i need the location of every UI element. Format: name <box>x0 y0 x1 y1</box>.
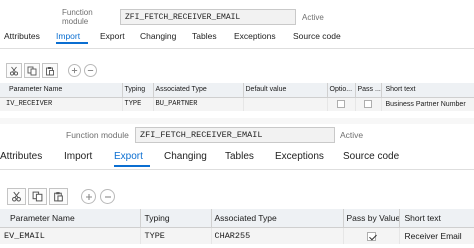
column-header-typing[interactable]: Typing <box>140 209 212 228</box>
tab-changing[interactable]: Changing <box>164 151 225 168</box>
tab-tables[interactable]: Tables <box>225 151 275 168</box>
paste-button[interactable] <box>49 188 68 205</box>
cut-button[interactable] <box>6 63 22 78</box>
param-name-cell[interactable]: IV_RECEIVER <box>0 97 123 111</box>
delete-row-button[interactable] <box>100 189 115 204</box>
column-header-pass-by-value[interactable]: Pass ... <box>355 83 382 98</box>
column-header-typing[interactable]: Typing <box>122 83 154 98</box>
typing-cell[interactable]: TYPE <box>140 227 212 244</box>
paste-button[interactable] <box>42 63 58 78</box>
pass-by-value-checkbox[interactable] <box>364 100 372 109</box>
table-toolbar <box>7 188 115 205</box>
optional-cell <box>327 97 356 111</box>
tab-attributes[interactable]: Attributes <box>0 151 64 168</box>
pass-by-value-cell <box>343 227 400 244</box>
scissors-icon <box>12 191 21 202</box>
insert-row-icon <box>85 193 92 200</box>
copy-button[interactable] <box>28 188 47 205</box>
tab-exceptions[interactable]: Exceptions <box>234 31 293 47</box>
column-header-parameter-name[interactable]: Parameter Name <box>0 209 141 228</box>
table-toolbar <box>6 63 97 78</box>
column-header-pass-by-value[interactable]: Pass by Value <box>343 209 400 228</box>
copy-icon <box>27 66 37 75</box>
tab-attributes[interactable]: Attributes <box>4 31 56 47</box>
divider <box>0 48 474 49</box>
associated-type-cell[interactable]: CHAR255 <box>211 227 344 244</box>
divider <box>0 169 474 170</box>
pass-by-value-checkbox[interactable] <box>366 231 376 241</box>
copy-icon <box>32 191 43 202</box>
cut-button[interactable] <box>7 188 26 205</box>
table-row[interactable]: EV_EMAIL TYPE CHAR255 Receiver Email <box>0 227 474 244</box>
scissors-icon <box>9 66 19 76</box>
tab-source-code[interactable]: Source code <box>343 151 399 168</box>
status-label: Active <box>302 12 324 22</box>
insert-row-button[interactable] <box>68 64 81 77</box>
column-header-short-text[interactable]: Short text <box>399 209 474 228</box>
tab-import[interactable]: Import <box>64 151 114 168</box>
function-module-header: Function module ZFI_FETCH_RECEIVER_EMAIL… <box>66 127 363 143</box>
short-text-cell[interactable]: Receiver Email <box>399 227 474 244</box>
paste-icon <box>54 192 63 202</box>
function-module-label: Function module <box>62 8 93 26</box>
default-value-cell[interactable] <box>243 97 328 111</box>
column-header-associated-type[interactable]: Associated Type <box>211 209 344 228</box>
tab-bar: Attributes Import Export Changing Tables… <box>0 31 341 47</box>
paste-icon <box>46 66 54 75</box>
status-label: Active <box>340 130 364 140</box>
function-module-field[interactable]: ZFI_FETCH_RECEIVER_EMAIL <box>135 127 335 143</box>
function-module-import-panel: Function module ZFI_FETCH_RECEIVER_EMAIL… <box>0 0 474 118</box>
column-header-associated-type[interactable]: Associated Type <box>153 83 244 98</box>
column-header-default-value[interactable]: Default value <box>243 83 328 98</box>
tab-tables[interactable]: Tables <box>192 31 234 47</box>
tab-export[interactable]: Export <box>100 31 140 47</box>
param-name-cell[interactable]: EV_EMAIL <box>0 227 141 244</box>
short-text-cell[interactable]: Business Partner Number <box>381 97 474 111</box>
column-header-parameter-name[interactable]: Parameter Name <box>0 83 123 98</box>
tab-changing[interactable]: Changing <box>140 31 192 47</box>
delete-row-button[interactable] <box>84 64 97 77</box>
function-module-label: Function module <box>66 130 129 140</box>
pass-by-value-cell <box>355 97 382 111</box>
delete-row-icon <box>104 195 111 198</box>
tab-bar: Attributes Import Export Changing Tables… <box>0 151 399 168</box>
table-row[interactable]: IV_RECEIVER TYPE BU_PARTNER Business Par… <box>0 97 474 111</box>
tab-export[interactable]: Export <box>114 151 150 167</box>
optional-checkbox[interactable] <box>337 100 345 109</box>
typing-cell[interactable]: TYPE <box>122 97 154 111</box>
copy-button[interactable] <box>24 63 40 78</box>
insert-row-icon <box>71 67 78 74</box>
associated-type-cell[interactable]: BU_PARTNER <box>153 97 244 111</box>
insert-row-button[interactable] <box>81 189 96 204</box>
function-module-header: Function module ZFI_FETCH_RECEIVER_EMAIL… <box>62 8 324 26</box>
column-header-optional[interactable]: Optio... <box>327 83 356 98</box>
delete-row-icon <box>87 70 94 71</box>
tab-source-code[interactable]: Source code <box>293 31 341 47</box>
parameters-table: Parameter Name Typing Associated Type Pa… <box>0 209 474 244</box>
column-header-short-text[interactable]: Short text <box>381 83 474 98</box>
tab-import[interactable]: Import <box>56 31 88 44</box>
function-module-field[interactable]: ZFI_FETCH_RECEIVER_EMAIL <box>120 9 296 25</box>
tab-exceptions[interactable]: Exceptions <box>275 151 343 168</box>
function-module-export-panel: Function module ZFI_FETCH_RECEIVER_EMAIL… <box>0 124 474 248</box>
parameters-table: Parameter Name Typing Associated Type De… <box>0 83 474 111</box>
